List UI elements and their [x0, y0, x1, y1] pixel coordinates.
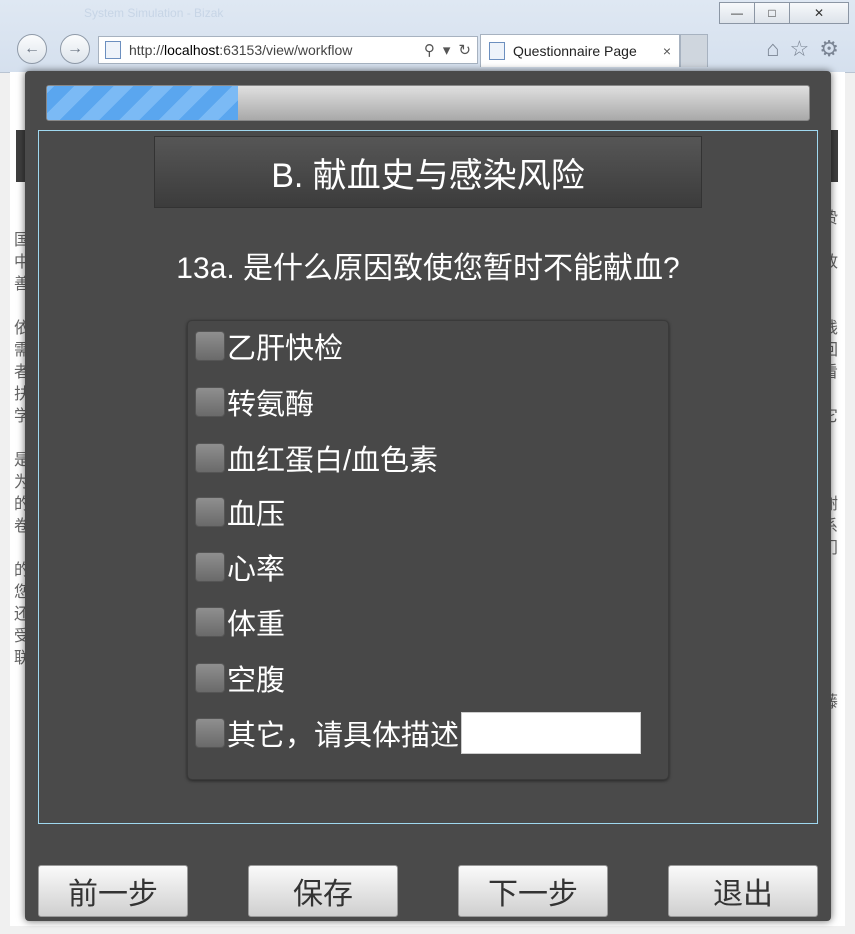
tab-close-icon[interactable]: ×: [663, 43, 671, 59]
next-button[interactable]: 下一步: [458, 865, 608, 917]
url-host: localhost: [164, 42, 220, 58]
option-label: 体重: [227, 609, 286, 641]
address-bar[interactable]: http://localhost:63153/view/workflow ⚲ ▾…: [98, 36, 478, 64]
back-arrow-icon: ←: [24, 40, 40, 57]
favorites-icon[interactable]: ☆: [790, 36, 810, 62]
window-controls: — □ ✕: [719, 2, 849, 24]
option-checkbox[interactable]: [195, 552, 225, 582]
dropdown-icon[interactable]: ▾: [443, 41, 451, 59]
options-list: 乙肝快检转氨酶血红蛋白/血色素 血压心率体重空腹其它，请具体描述: [187, 320, 669, 780]
option-label: 血红蛋白/血色素: [227, 445, 439, 477]
option-item[interactable]: 乙肝快检: [195, 325, 343, 367]
url-prefix: http://: [129, 42, 165, 58]
option-label: 乙肝快检: [227, 333, 344, 365]
tab-title: Questionnaire Page: [513, 43, 637, 59]
forward-arrow-icon: →: [67, 40, 83, 57]
window-title: System Simulation - Bizak: [84, 6, 224, 20]
option-item[interactable]: 心率: [195, 546, 285, 588]
refresh-icon[interactable]: ↻: [458, 41, 471, 59]
home-icon[interactable]: ⌂: [766, 36, 779, 62]
option-checkbox[interactable]: [195, 331, 225, 361]
option-item[interactable]: 其它，请具体描述: [195, 712, 642, 754]
address-url[interactable]: http://localhost:63153/view/workflow: [129, 42, 418, 58]
option-checkbox[interactable]: [195, 497, 225, 527]
option-item[interactable]: 转氨酶: [195, 381, 314, 423]
question-panel: B. 献血史与感染风险 13a. 是什么原因致使您暂时不能献血? 乙肝快检转氨酶…: [38, 130, 818, 824]
address-tools: ⚲ ▾ ↻: [418, 41, 477, 59]
option-item[interactable]: 血红蛋白/血色素: [195, 437, 438, 479]
settings-icon[interactable]: ⚙: [819, 36, 839, 62]
new-tab-button[interactable]: [680, 34, 708, 67]
option-checkbox[interactable]: [195, 387, 225, 417]
option-label: 血压: [227, 499, 286, 531]
maximize-button[interactable]: □: [754, 2, 790, 24]
back-button[interactable]: ←: [17, 34, 47, 64]
tab-page-icon: [489, 42, 505, 60]
option-item[interactable]: 血压: [195, 491, 285, 533]
option-item[interactable]: 空腹: [195, 657, 285, 699]
exit-button[interactable]: 退出: [668, 865, 818, 917]
browser-tab[interactable]: Questionnaire Page ×: [480, 34, 680, 67]
option-checkbox[interactable]: [195, 443, 225, 473]
url-rest: :63153/view/workflow: [219, 42, 353, 58]
option-label: 其它，请具体描述: [227, 720, 460, 752]
questionnaire-modal: B. 献血史与感染风险 13a. 是什么原因致使您暂时不能献血? 乙肝快检转氨酶…: [25, 71, 831, 921]
question-text: 13a. 是什么原因致使您暂时不能献血?: [176, 252, 680, 285]
section-title: B. 献血史与感染风险: [154, 136, 702, 208]
option-checkbox[interactable]: [195, 718, 225, 748]
option-checkbox[interactable]: [195, 663, 225, 693]
option-item[interactable]: 体重: [195, 601, 285, 643]
other-description-input[interactable]: [461, 712, 642, 754]
page-icon: [105, 41, 121, 59]
minimize-button[interactable]: —: [719, 2, 755, 24]
search-icon[interactable]: ⚲: [424, 41, 435, 59]
progress-fill: [47, 86, 238, 120]
forward-button[interactable]: →: [60, 34, 90, 64]
option-checkbox[interactable]: [195, 607, 225, 637]
option-label: 心率: [227, 554, 286, 586]
close-window-button[interactable]: ✕: [789, 2, 849, 24]
progress-bar: [46, 85, 810, 121]
prev-button[interactable]: 前一步: [38, 865, 188, 917]
browser-chrome: System Simulation - Bizak — □ ✕ ← → http…: [0, 0, 855, 73]
option-label: 转氨酶: [227, 389, 315, 421]
save-button[interactable]: 保存: [248, 865, 398, 917]
browser-toolbar-icons: ⌂ ☆ ⚙: [766, 36, 839, 62]
option-label: 空腹: [227, 665, 286, 697]
